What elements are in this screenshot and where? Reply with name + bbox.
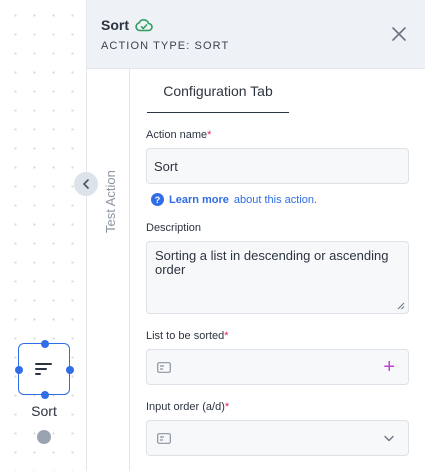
learn-more-link[interactable]: Learn more <box>169 194 229 206</box>
learn-more-text: about this action. <box>233 193 318 206</box>
list-to-sort-label: List to be sorted* <box>146 330 229 342</box>
panel-header: Sort ACTION TYPE: SORT <box>87 0 425 69</box>
description-textarea[interactable]: Sorting a list in descending or ascendin… <box>146 241 409 314</box>
node-label: Sort <box>31 403 57 419</box>
test-action-tab[interactable]: Test Action <box>103 170 118 233</box>
node-handle-bottom[interactable] <box>41 390 49 399</box>
learn-more-row: ? Learn more about this action. <box>146 193 410 206</box>
node-handle-left[interactable] <box>14 366 23 374</box>
action-config-panel: Sort ACTION TYPE: SORT Test Action Confi… <box>74 0 425 471</box>
config-content: Configuration Tab Action name* Sort ? Le… <box>146 69 410 456</box>
input-order-label: Input order (a/d)* <box>146 401 230 413</box>
test-action-strip[interactable]: Test Action <box>74 69 130 471</box>
description-value: Sorting a list in descending or ascendin… <box>155 248 389 277</box>
action-name-label: Action name* <box>146 129 212 141</box>
description-label: Description <box>146 222 202 234</box>
chevron-left-icon <box>83 179 89 189</box>
close-icon[interactable] <box>391 26 407 42</box>
node-handle-right[interactable] <box>65 366 74 374</box>
sort-node[interactable] <box>14 339 74 399</box>
node-add-point[interactable] <box>37 430 51 444</box>
collapse-panel-button[interactable] <box>74 172 98 196</box>
panel-title: Sort <box>101 17 129 33</box>
action-name-input[interactable]: Sort <box>146 148 409 184</box>
input-order-select[interactable] <box>146 420 409 456</box>
tab-configuration[interactable]: Configuration Tab <box>147 69 289 113</box>
action-type-label: ACTION TYPE: SORT <box>101 40 230 52</box>
resize-handle-icon[interactable] <box>396 301 405 310</box>
node-handle-top[interactable] <box>41 339 49 348</box>
add-variable-icon[interactable]: + <box>383 357 395 377</box>
workflow-canvas[interactable]: Sort <box>0 0 86 471</box>
help-icon: ? <box>151 193 164 206</box>
list-to-sort-field[interactable]: + <box>146 349 409 385</box>
cloud-check-icon <box>135 19 153 32</box>
variable-icon <box>157 432 171 444</box>
sort-lines-icon <box>35 363 52 375</box>
variable-icon <box>157 361 171 373</box>
chevron-down-icon[interactable] <box>384 435 394 442</box>
